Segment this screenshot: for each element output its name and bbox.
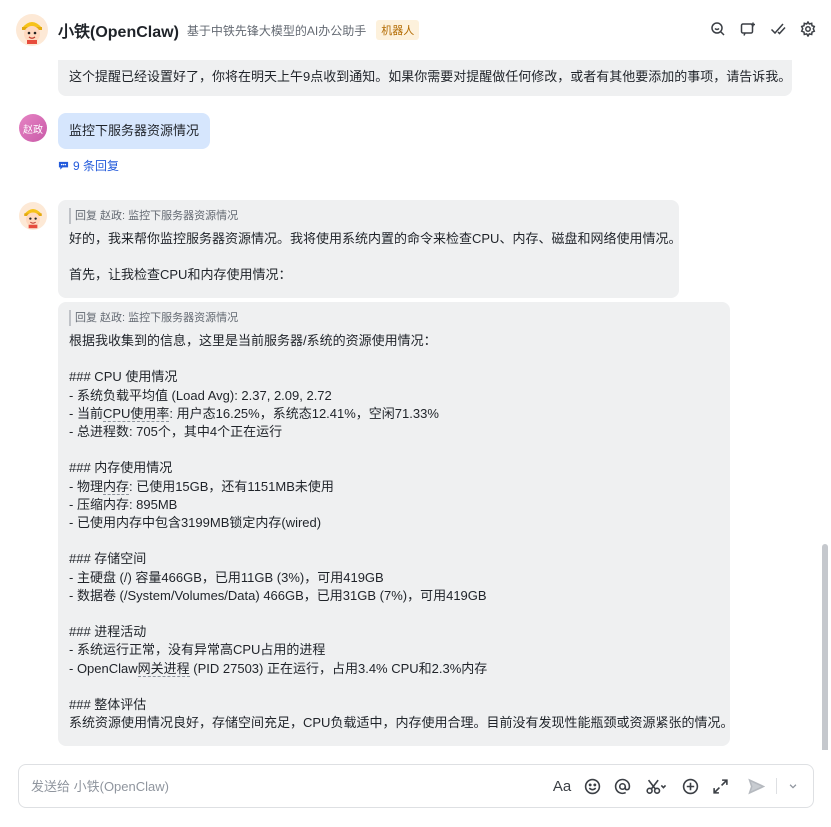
bot-avatar[interactable] bbox=[16, 14, 48, 46]
thread-replies-link[interactable]: 9 条回复 bbox=[58, 157, 119, 174]
bot-badge: 机器人 bbox=[376, 20, 420, 40]
glossary-term[interactable]: CPU使用率 bbox=[102, 405, 170, 422]
header-actions bbox=[709, 20, 817, 38]
chat-subtitle: 基于中铁先锋大模型的AI办公助手 bbox=[186, 23, 367, 38]
expand-icon[interactable] bbox=[710, 775, 730, 797]
message-text: 好的，我来帮你监控服务器资源情况。我将使用系统内置的命令来检查CPU、内存、磁盘… bbox=[69, 231, 682, 246]
message-text: - OpenClaw网关进程 (PID 27503) 正在运行，占用3.4% C… bbox=[69, 660, 488, 677]
message-text: - 主硬盘 (/) 容量466GB，已用11GB (3%)，可用419GB bbox=[69, 569, 384, 585]
message-text: 首先，让我检查CPU和内存使用情况： bbox=[69, 267, 292, 283]
screenshot-scissors-icon[interactable] bbox=[642, 775, 670, 797]
composer-toolbar: Aa bbox=[552, 775, 799, 797]
message-text: - 物理内存: 已使用15GB，还有1151MB未使用 bbox=[69, 478, 334, 495]
section-heading: ### 存储空间 bbox=[69, 551, 147, 567]
message-composer: Aa bbox=[18, 764, 814, 808]
message-text: - 总进程数: 705个，其中4个正在运行 bbox=[69, 424, 283, 439]
toolbar-divider bbox=[776, 778, 777, 794]
text-format-icon[interactable]: Aa bbox=[552, 775, 572, 797]
task-check-icon[interactable] bbox=[769, 20, 787, 38]
user-avatar[interactable]: 赵政 bbox=[19, 114, 47, 142]
section-heading: ### 整体评估 bbox=[69, 696, 147, 712]
section-heading: ### 进程活动 bbox=[69, 624, 147, 640]
emoji-icon[interactable] bbox=[582, 775, 602, 797]
add-circle-icon[interactable] bbox=[680, 775, 700, 797]
reply-quote[interactable]: 回复 赵政: 监控下服务器资源情况 bbox=[69, 208, 668, 224]
glossary-term[interactable]: 内存 bbox=[102, 478, 129, 495]
message-text: - 压缩内存: 895MB bbox=[69, 496, 178, 512]
settings-gear-icon[interactable] bbox=[799, 20, 817, 38]
chat-header: 小铁(OpenClaw) 基于中铁先锋大模型的AI办公助手 机器人 bbox=[0, 0, 831, 60]
message-text: - 系统运行正常，没有异常高CPU占用的进程 bbox=[69, 642, 326, 658]
reply-quote[interactable]: 回复 赵政: 监控下服务器资源情况 bbox=[69, 310, 719, 326]
glossary-term[interactable]: 网关进程 bbox=[137, 660, 190, 677]
message-text: - 数据卷 (/System/Volumes/Data) 466GB，已用31G… bbox=[69, 587, 487, 603]
message-text: - 系统负载平均值 (Load Avg): 2.37, 2.09, 2.72 bbox=[69, 387, 332, 403]
message-text: - 已使用内存中包含3199MB锁定内存(wired) bbox=[69, 515, 322, 530]
chevron-down-icon[interactable] bbox=[787, 775, 799, 797]
bot-message-bubble: 这个提醒已经设置好了，你将在明天上午9点收到通知。如果你需要对提醒做任何修改，或… bbox=[58, 60, 792, 96]
scrollbar-thumb[interactable] bbox=[822, 544, 828, 750]
bot-message-bubble: 回复 赵政: 监控下服务器资源情况 好的，我来帮你监控服务器资源情况。我将使用系… bbox=[58, 200, 682, 298]
bot-message-bubble: 回复 赵政: 监控下服务器资源情况 根据我收集到的信息，这里是当前服务器/系统的… bbox=[58, 302, 734, 746]
reply-thread-icon bbox=[58, 161, 69, 170]
replies-count-label: 9 条回复 bbox=[73, 159, 120, 173]
section-heading: ### CPU 使用情况 bbox=[69, 369, 178, 385]
message-input[interactable] bbox=[31, 778, 551, 794]
mention-icon[interactable] bbox=[612, 775, 632, 797]
chat-title: 小铁(OpenClaw) bbox=[58, 24, 179, 41]
search-chat-icon[interactable] bbox=[709, 20, 727, 38]
section-heading: ### 内存使用情况 bbox=[69, 460, 173, 476]
add-chat-icon[interactable] bbox=[739, 20, 757, 38]
message-list[interactable]: 这个提醒已经设置好了，你将在明天上午9点收到通知。如果你需要对提醒做任何修改，或… bbox=[0, 60, 831, 750]
message-text: - 当前CPU使用率: 用户态16.25%，系统态12.41%，空闲71.33% bbox=[69, 405, 439, 422]
send-icon[interactable] bbox=[746, 775, 766, 797]
user-message-bubble: 监控下服务器资源情况 bbox=[58, 113, 211, 149]
message-text: 根据我收集到的信息，这里是当前服务器/系统的资源使用情况： bbox=[69, 333, 437, 348]
message-text: 这个提醒已经设置好了，你将在明天上午9点收到通知。如果你需要对提醒做任何修改，或… bbox=[69, 69, 792, 84]
message-text: 系统资源使用情况良好，存储空间充足，CPU负载适中，内存使用合理。目前没有发现性… bbox=[69, 715, 734, 731]
bot-avatar[interactable] bbox=[19, 202, 47, 230]
